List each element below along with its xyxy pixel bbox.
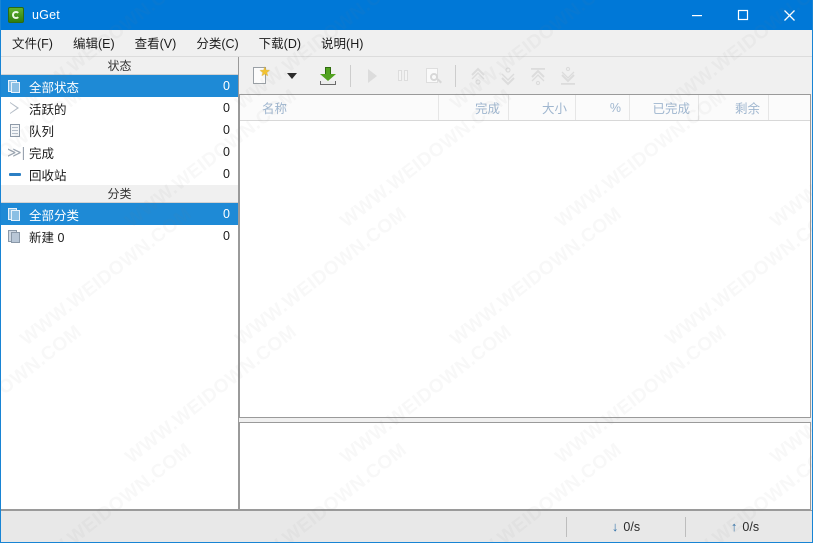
download-list-header: 名称 完成 大小 % 已完成 剩余 (240, 95, 810, 121)
new-download-dropdown[interactable] (277, 61, 307, 91)
sidebar-item-count: 0 (223, 229, 230, 243)
toolbar: ★ (239, 57, 812, 94)
download-speed-value: 0/s (623, 520, 640, 534)
uget-main-window: uGet 文件(F) 编辑(E) 查看(V) 分类(C) 下载 (0, 0, 813, 543)
sidebar: 状态 全部状态 0 活跃的 0 队列 0 ≫| (1, 57, 239, 510)
maximize-button[interactable] (720, 0, 766, 30)
sidebar-item-finished[interactable]: ≫| 完成 0 (1, 141, 238, 163)
stacked-documents-icon (7, 206, 23, 222)
menu-file[interactable]: 文件(F) (3, 29, 62, 57)
close-button[interactable] (766, 0, 812, 30)
menu-help[interactable]: 说明(H) (312, 29, 372, 57)
sidebar-item-label: 队列 (29, 121, 223, 140)
sidebar-item-count: 0 (223, 101, 230, 115)
sidebar-item-count: 0 (223, 79, 230, 93)
sidebar-item-active[interactable]: 活跃的 0 (1, 97, 238, 119)
caret-down-icon (287, 73, 297, 79)
column-remaining[interactable]: 剩余 (699, 95, 769, 120)
sidebar-item-new-category[interactable]: 新建 0 0 (1, 225, 238, 247)
upload-speed-value: 0/s (742, 520, 759, 534)
sidebar-item-count: 0 (223, 207, 230, 221)
status-bar: ↓ 0/s ↑ 0/s (1, 510, 812, 542)
uget-icon (8, 7, 24, 23)
sidebar-item-queue[interactable]: 队列 0 (1, 119, 238, 141)
start-button[interactable] (358, 61, 388, 91)
column-percent[interactable]: % (576, 95, 630, 120)
toolbar-separator-1 (350, 65, 351, 87)
download-list-pane: 名称 完成 大小 % 已完成 剩余 (239, 94, 811, 418)
sidebar-item-label: 活跃的 (29, 99, 223, 118)
move-up-button[interactable] (463, 61, 493, 91)
move-top-button[interactable] (523, 61, 553, 91)
skip-forward-icon: ≫| (7, 144, 23, 160)
sidebar-item-label: 全部分类 (29, 205, 223, 224)
stacked-documents-icon (7, 78, 23, 94)
sidebar-item-label: 完成 (29, 143, 223, 162)
pause-button[interactable] (388, 61, 418, 91)
menu-edit[interactable]: 编辑(E) (64, 29, 124, 57)
window-controls (674, 0, 812, 30)
chevron-up-bar-icon (528, 66, 548, 86)
minimize-button[interactable] (674, 0, 720, 30)
download-speed: ↓ 0/s (567, 519, 685, 534)
new-download-button[interactable]: ★ (247, 61, 277, 91)
sidebar-item-label: 回收站 (29, 165, 223, 184)
menu-download[interactable]: 下载(D) (250, 29, 310, 57)
sidebar-item-label: 全部状态 (29, 77, 223, 96)
stacked-documents-icon (7, 228, 23, 244)
download-log-pane[interactable] (239, 422, 811, 510)
properties-button[interactable] (418, 61, 448, 91)
column-downloaded[interactable]: 已完成 (630, 95, 699, 120)
move-down-button[interactable] (493, 61, 523, 91)
column-size[interactable]: 大小 (509, 95, 576, 120)
pause-icon (394, 67, 412, 85)
sidebar-item-all-status[interactable]: 全部状态 0 (1, 75, 238, 97)
category-list: 全部分类 0 新建 0 0 (1, 203, 238, 247)
chevron-down-icon (498, 66, 518, 86)
document-search-icon (424, 67, 442, 85)
upload-arrow-icon: ↑ (731, 519, 738, 534)
download-arrow-icon: ↓ (612, 519, 619, 534)
maximize-icon (737, 9, 749, 21)
chevron-up-icon (468, 66, 488, 86)
download-list-body[interactable] (240, 121, 810, 417)
column-extra[interactable] (769, 95, 810, 120)
sidebar-item-label: 新建 0 (29, 227, 223, 246)
menu-view[interactable]: 查看(V) (126, 29, 186, 57)
column-complete[interactable]: 完成 (439, 95, 509, 120)
toolbar-separator-2 (455, 65, 456, 87)
content-area: ★ (239, 57, 812, 510)
move-bottom-button[interactable] (553, 61, 583, 91)
minimize-icon (691, 9, 703, 21)
import-button[interactable] (313, 61, 343, 91)
document-icon (7, 122, 23, 138)
category-panel-header: 分类 (1, 185, 238, 203)
window-title: uGet (32, 8, 60, 22)
close-icon (783, 9, 796, 22)
upload-speed: ↑ 0/s (686, 519, 804, 534)
menu-category[interactable]: 分类(C) (187, 29, 247, 57)
status-list: 全部状态 0 活跃的 0 队列 0 ≫| 完成 0 (1, 75, 238, 185)
sidebar-empty-space (1, 247, 238, 509)
title-bar: uGet (1, 0, 812, 30)
minus-icon (7, 166, 23, 182)
sidebar-item-count: 0 (223, 123, 230, 137)
sidebar-item-count: 0 (223, 167, 230, 181)
import-download-icon (318, 66, 338, 86)
chevron-down-bar-icon (558, 66, 578, 86)
main-body: 状态 全部状态 0 活跃的 0 队列 0 ≫| (1, 57, 812, 510)
status-panel-header: 状态 (1, 57, 238, 75)
new-download-icon: ★ (252, 66, 272, 86)
play-outline-icon (7, 100, 23, 116)
menu-bar: 文件(F) 编辑(E) 查看(V) 分类(C) 下载(D) 说明(H) (1, 30, 812, 57)
sidebar-item-count: 0 (223, 145, 230, 159)
sidebar-item-recycled[interactable]: 回收站 0 (1, 163, 238, 185)
play-icon (364, 67, 382, 85)
column-name[interactable]: 名称 (240, 95, 439, 120)
sidebar-item-all-categories[interactable]: 全部分类 0 (1, 203, 238, 225)
